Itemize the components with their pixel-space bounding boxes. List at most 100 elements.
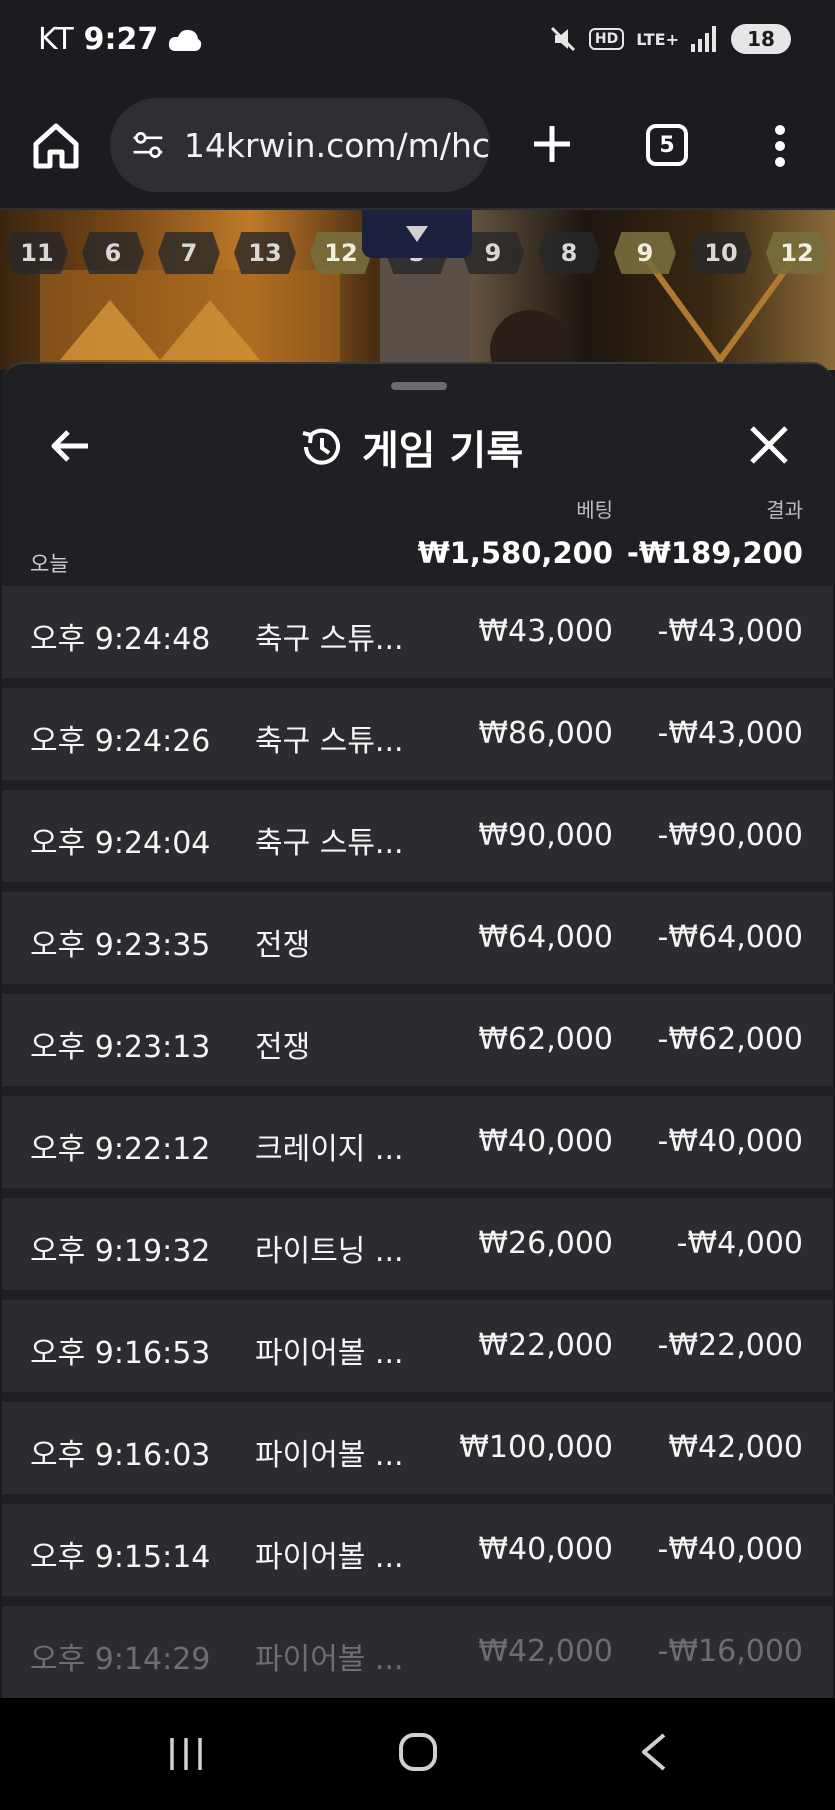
recents-icon[interactable] [166,1734,206,1774]
row-bet: ₩62,000 [478,1022,613,1057]
history-list: 오후 9:24:48 축구 스튜... ₩43,000 -₩43,000 오후 9:24… [2,586,833,1698]
row-time: 오후 9:24:04 [30,826,211,861]
address-bar[interactable]: 14krwin.com/m/hc [110,98,490,192]
row-bet: ₩42,000 [478,1634,613,1669]
network-label: LTE+ [636,29,679,49]
battery-level: 18 [747,27,775,51]
roadmap-chip: 13 [234,232,296,274]
row-game: 라이트닝 ... [255,1234,404,1269]
history-row[interactable]: 오후 9:24:04 축구 스튜... ₩90,000 -₩90,000 [2,790,833,882]
mute-icon [550,26,575,52]
row-time: 오후 9:24:26 [30,724,211,759]
game-video-backdrop: 1167131259891012 [0,210,835,370]
url-text[interactable]: 14krwin.com/m/hc [184,126,490,165]
history-row[interactable]: 오후 9:23:35 전쟁 ₩64,000 -₩64,000 [2,892,833,984]
row-time: 오후 9:22:12 [30,1132,211,1167]
row-game: 파이어볼 ... [255,1336,404,1371]
row-bet: ₩40,000 [478,1532,613,1567]
summary-label: 오늘 [30,552,69,576]
back-arrow-icon[interactable] [46,422,94,470]
row-result: ₩42,000 [668,1430,803,1465]
back-nav-icon[interactable] [636,1732,672,1772]
row-result: -₩62,000 [657,1022,803,1057]
summary-result-total: -₩189,200 [626,536,803,570]
column-headers: 베팅 결과 [2,494,833,526]
roadmap-chip: 6 [82,232,144,274]
daily-summary: 오늘 ₩1,580,200 -₩189,200 [2,530,833,580]
row-bet: ₩22,000 [478,1328,613,1363]
system-nav-bar [0,1698,835,1810]
history-row[interactable]: 오후 9:16:03 파이어볼 ... ₩100,000 ₩42,000 [2,1402,833,1494]
row-result: -₩43,000 [657,614,803,649]
browser-toolbar: 14krwin.com/m/hc 5 [0,86,835,210]
new-tab-icon[interactable] [528,120,576,168]
site-settings-icon[interactable] [130,125,166,165]
row-time: 오후 9:19:32 [30,1234,211,1269]
close-icon[interactable] [746,422,792,468]
cloud-icon [169,29,202,51]
roadmap-chip: 10 [690,232,752,274]
history-row[interactable]: 오후 9:15:14 파이어볼 ... ₩40,000 -₩40,000 [2,1504,833,1596]
row-result: -₩40,000 [657,1532,803,1567]
more-menu-icon[interactable] [770,122,790,170]
roadmap-chip: 12 [766,232,828,274]
row-bet: ₩100,000 [459,1430,613,1465]
row-result: -₩40,000 [657,1124,803,1159]
row-result: -₩22,000 [657,1328,803,1363]
row-result: -₩90,000 [657,818,803,853]
row-time: 오후 9:16:03 [30,1438,211,1473]
history-row[interactable]: 오후 9:24:26 축구 스튜... ₩86,000 -₩43,000 [2,688,833,780]
history-row[interactable]: 오후 9:14:29 파이어볼 ... ₩42,000 -₩16,000 [2,1606,833,1698]
row-bet: ₩64,000 [478,920,613,955]
row-game: 전쟁 [255,1030,311,1065]
caret-down-icon [406,226,428,242]
home-nav-icon[interactable] [398,1732,438,1772]
row-game: 파이어볼 ... [255,1642,404,1677]
row-bet: ₩26,000 [478,1226,613,1261]
drag-handle[interactable] [391,382,447,390]
row-result: -₩4,000 [676,1226,803,1261]
history-row[interactable]: 오후 9:16:53 파이어볼 ... ₩22,000 -₩22,000 [2,1300,833,1392]
history-row[interactable]: 오후 9:23:13 전쟁 ₩62,000 -₩62,000 [2,994,833,1086]
game-history-panel: 게임 기록 베팅 결과 오늘 ₩1,580,200 -₩189,200 오후 9… [2,362,833,1698]
status-right: HD LTE+ 18 [549,24,791,54]
panel-header: 게임 기록 [2,404,833,494]
row-time: 오후 9:24:48 [30,622,211,657]
clock: 9:27 [83,22,159,57]
roadmap-chip: 11 [6,232,68,274]
row-time: 오후 9:16:53 [30,1336,211,1371]
row-game: 축구 스튜... [255,724,404,759]
roadmap-chip: 9 [614,232,676,274]
row-game: 파이어볼 ... [255,1540,404,1575]
header-bet: 베팅 [576,498,613,522]
history-row[interactable]: 오후 9:19:32 라이트닝 ... ₩26,000 -₩4,000 [2,1198,833,1290]
summary-bet-total: ₩1,580,200 [417,536,613,570]
row-game: 축구 스튜... [255,622,404,657]
row-bet: ₩90,000 [478,818,613,853]
row-result: -₩64,000 [657,920,803,955]
row-time: 오후 9:14:29 [30,1642,211,1677]
header-result: 결과 [766,498,803,522]
history-row[interactable]: 오후 9:24:48 축구 스튜... ₩43,000 -₩43,000 [2,586,833,678]
home-icon[interactable] [30,120,82,172]
hd-badge: HD [588,28,625,50]
roadmap-chip: 7 [158,232,220,274]
tab-switcher-button[interactable]: 5 [646,124,688,166]
row-time: 오후 9:15:14 [30,1540,211,1575]
row-game: 크레이지 ... [255,1132,404,1167]
row-game: 전쟁 [255,928,311,963]
history-icon [302,428,340,465]
row-result: -₩16,000 [657,1634,803,1669]
status-left: KT 9:27 [38,22,202,57]
status-bar: KT 9:27 HD LTE+ 18 [0,0,835,86]
row-game: 파이어볼 ... [255,1438,404,1473]
roadmap-chip: 8 [538,232,600,274]
carrier-label: KT [38,22,74,57]
row-bet: ₩40,000 [478,1124,613,1159]
row-game: 축구 스튜... [255,826,404,861]
tab-count: 5 [659,132,675,158]
signal-icon [691,26,716,52]
roadmap-toggle[interactable] [362,210,472,258]
row-bet: ₩86,000 [478,716,613,751]
history-row[interactable]: 오후 9:22:12 크레이지 ... ₩40,000 -₩40,000 [2,1096,833,1188]
